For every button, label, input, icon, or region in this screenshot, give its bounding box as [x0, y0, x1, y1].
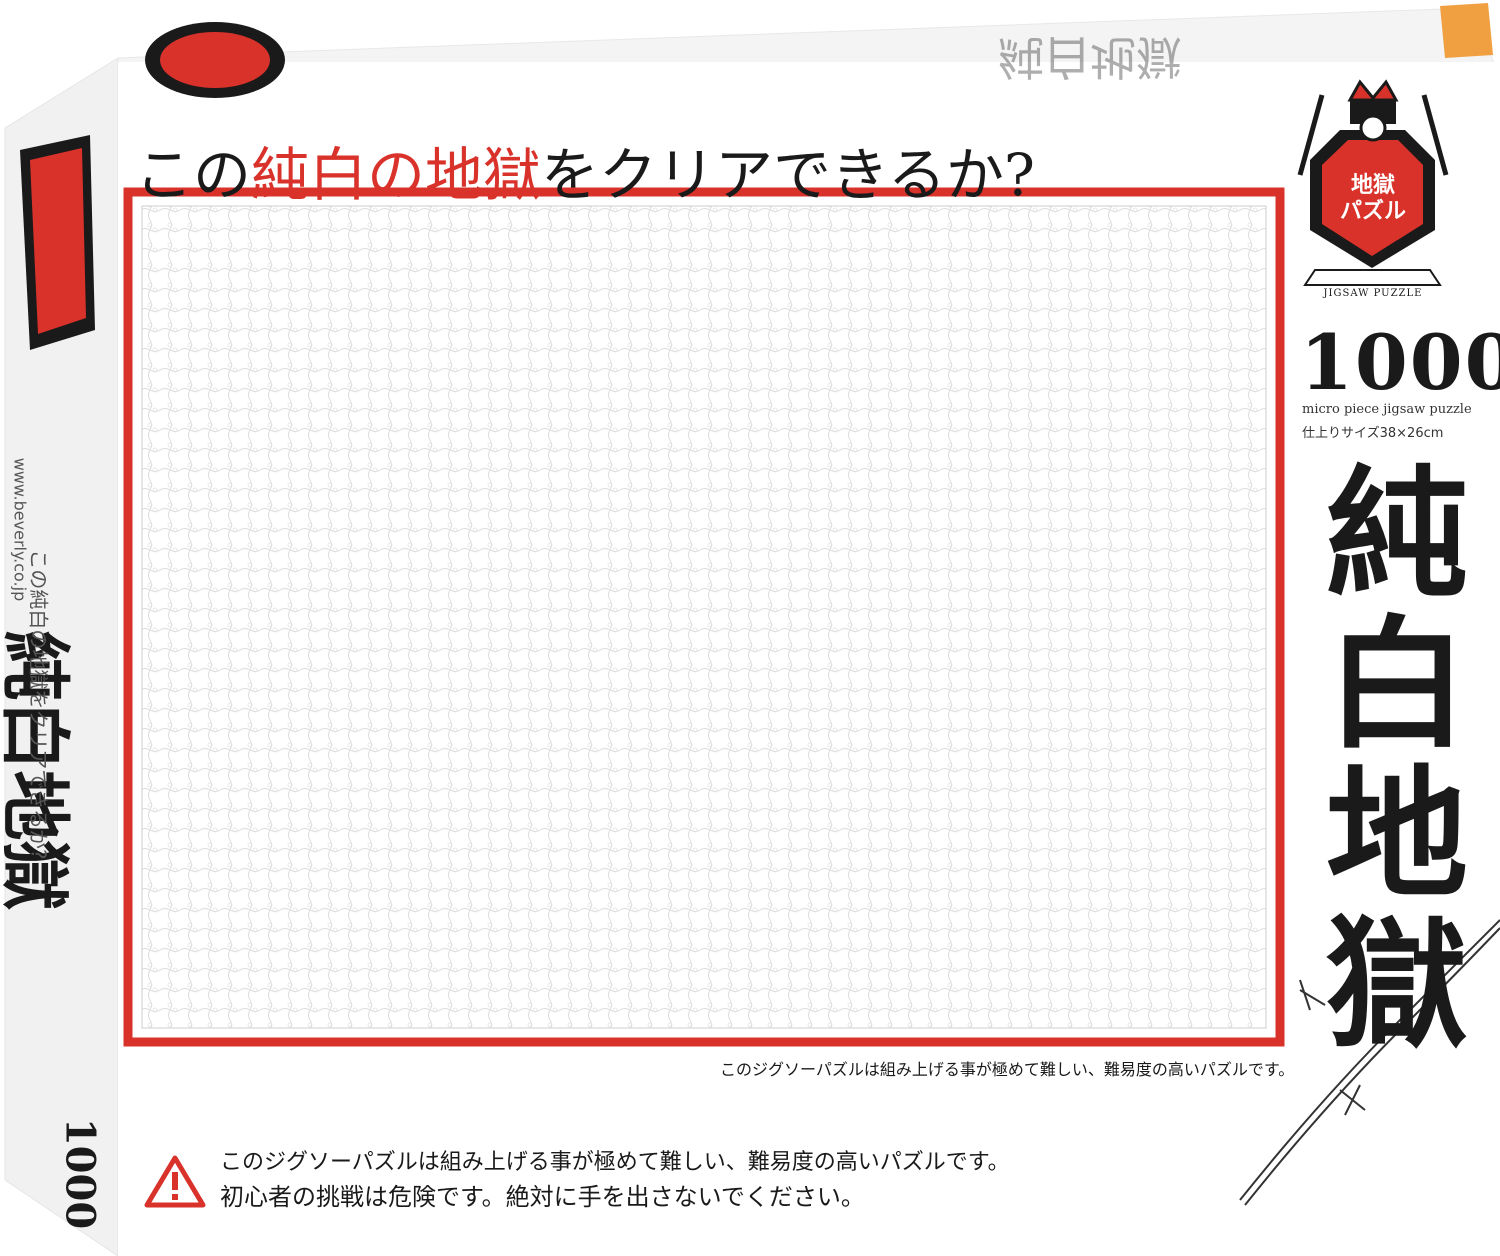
piece-count: 1000 [1300, 318, 1500, 407]
puzzle-area [141, 205, 1267, 1029]
top-crest-badge [145, 22, 285, 98]
badge-line-2: パズル [1339, 198, 1406, 224]
product-subtitle: micro piece jigsaw puzzle [1302, 402, 1472, 417]
title-char-1: 純 [1326, 452, 1468, 618]
title-char-4: 獄 [1326, 902, 1468, 1068]
box-top-face [117, 7, 1496, 66]
finished-size: 仕上りサイズ38×26cm [1302, 426, 1444, 441]
tagline-highlight: 純白の地獄 [251, 141, 542, 209]
top-face-title: 純白地獄 [998, 30, 1182, 84]
title-char-2: 白 [1326, 602, 1468, 768]
side-panel-tagline: この純白の地獄をクリアできるか? [26, 549, 51, 860]
side-panel-count: 1000 [56, 1117, 104, 1230]
orange-tab [1440, 3, 1493, 58]
vertical-title: 純 白 地 獄 [1322, 460, 1472, 1060]
side-crest-badge [20, 135, 95, 350]
warning-text: このジグソーパズルは組み上げる事が極めて難しい、難易度の高いパズルです。 初心者… [220, 1146, 1010, 1214]
side-panel-url: www.beverly.co.jp [10, 457, 30, 602]
warning-line-2: 初心者の挑戦は危険です。絶対に手を出さないでください。 [220, 1183, 865, 1211]
tagline-suffix: をクリアできるか? [541, 141, 1035, 209]
svg-text:純白地獄: 純白地獄 [998, 30, 1182, 84]
tagline-prefix: この [135, 141, 252, 209]
title-char-3: 地 [1326, 752, 1468, 918]
warning-line-1: このジグソーパズルは組み上げる事が極めて難しい、難易度の高いパズルです。 [220, 1150, 1010, 1175]
badge-text: 地獄 パズル [1330, 172, 1416, 224]
difficulty-description: このジグソーパズルは組み上げる事が極めて難しい、難易度の高いパズルです。 [720, 1060, 1295, 1079]
tagline: この純白の地獄をクリアできるか? [135, 128, 1285, 212]
badge-ribbon-text: JIGSAW PUZZLE [1323, 288, 1423, 299]
badge-line-1: 地獄 [1350, 172, 1395, 198]
